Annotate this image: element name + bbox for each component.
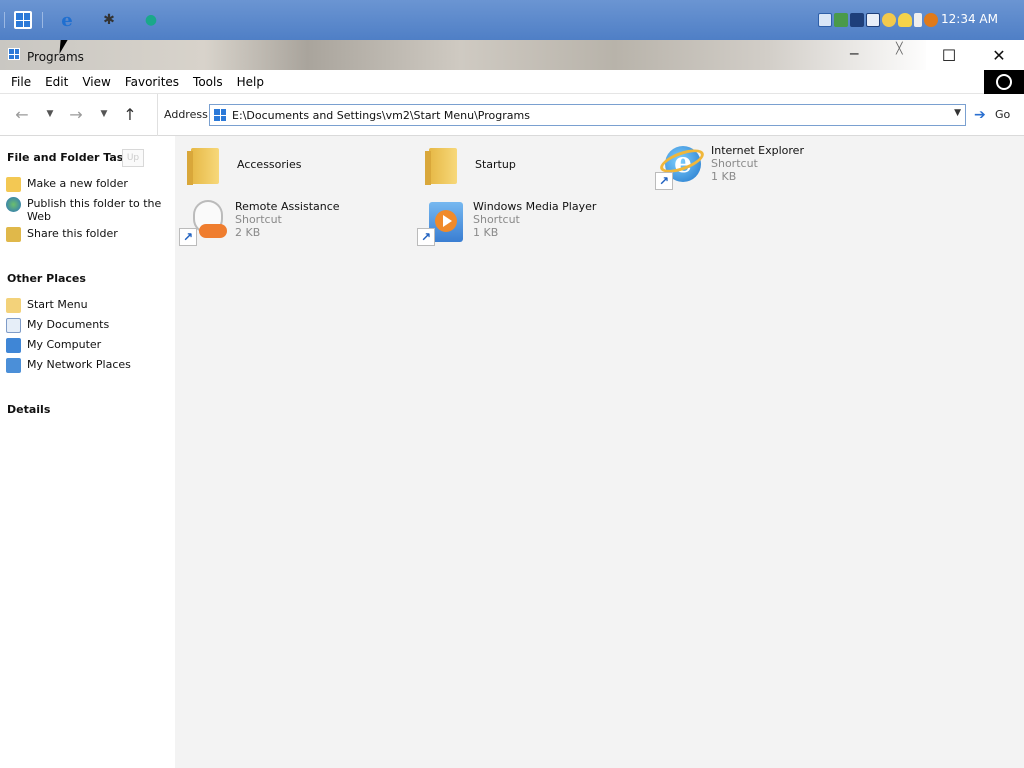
- forward-button[interactable]: →: [66, 104, 86, 124]
- place-label[interactable]: Start Menu: [27, 298, 88, 311]
- place-label[interactable]: My Network Places: [27, 358, 131, 371]
- close-icon: ╳: [896, 42, 903, 55]
- folder-icon: [6, 298, 21, 313]
- menu-view[interactable]: View: [75, 75, 117, 89]
- internet-explorer-icon[interactable]: e: [57, 10, 77, 31]
- windows-logo-icon: [984, 70, 1024, 94]
- documents-icon: [6, 318, 21, 333]
- minimize-icon: ▁: [850, 42, 859, 55]
- computer-icon: [6, 338, 21, 353]
- grid-icon[interactable]: [866, 13, 880, 27]
- other-places-title: Other Places: [7, 272, 86, 285]
- window-title: Programs: [27, 50, 84, 64]
- task-label[interactable]: Share this folder: [27, 227, 118, 240]
- menu-help[interactable]: Help: [230, 75, 271, 89]
- taskbar: e ✱ ● 12:34 AM: [0, 0, 1024, 40]
- place-label[interactable]: My Computer: [27, 338, 101, 351]
- menu-bar: File Edit View Favorites Tools Help: [0, 70, 1024, 94]
- place-network-places[interactable]: My Network Places: [6, 358, 171, 373]
- file-type: Shortcut: [473, 213, 520, 226]
- monitor-icon[interactable]: [850, 13, 864, 27]
- remote-assistance-icon: ↗: [179, 198, 227, 246]
- shortcut-arrow-icon: ↗: [417, 228, 435, 246]
- back-dropdown-icon[interactable]: ▼: [44, 104, 56, 124]
- details-title[interactable]: Details: [7, 403, 50, 416]
- place-label[interactable]: My Documents: [27, 318, 109, 331]
- new-folder-icon: [6, 177, 21, 192]
- file-size: 1 KB: [711, 170, 737, 183]
- maximize-button[interactable]: ☐: [926, 40, 972, 70]
- close-button[interactable]: ✕: [976, 40, 1022, 70]
- file-size: 2 KB: [235, 226, 261, 239]
- internet-explorer-icon: e ↗: [655, 142, 707, 190]
- mouse-cursor-icon: [59, 40, 75, 54]
- address-dropdown-icon[interactable]: ▼: [954, 108, 961, 118]
- up-button[interactable]: ↑: [120, 104, 140, 124]
- shortcut-arrow-icon: ↗: [179, 228, 197, 246]
- place-my-computer[interactable]: My Computer: [6, 338, 171, 353]
- file-item-accessories[interactable]: Accessories: [181, 142, 301, 190]
- file-tasks-title: File and Folder Tasks: [7, 151, 138, 164]
- place-start-menu[interactable]: Start Menu: [6, 298, 171, 313]
- file-name: Remote Assistance: [235, 200, 340, 213]
- toolbar-divider: [157, 94, 158, 136]
- address-value[interactable]: E:\Documents and Settings\vm2\Start Menu…: [232, 109, 530, 122]
- file-item-startup[interactable]: Startup: [419, 142, 516, 190]
- network-icon: [6, 358, 21, 373]
- file-item-remote-assistance[interactable]: ↗ Remote Assistance Shortcut 2 KB: [179, 198, 340, 246]
- file-type: Shortcut: [235, 213, 282, 226]
- taskbar-separator: [4, 12, 5, 28]
- task-publish-web[interactable]: Publish this folder to the Web: [6, 197, 171, 223]
- file-name: Windows Media Player: [473, 200, 597, 213]
- file-item-internet-explorer[interactable]: e ↗ Internet Explorer Shortcut 1 KB: [655, 142, 804, 190]
- file-name: Startup: [475, 158, 516, 171]
- folder-icon: [181, 142, 229, 190]
- menu-edit[interactable]: Edit: [38, 75, 75, 89]
- file-size: 1 KB: [473, 226, 499, 239]
- windows-folder-icon: [214, 109, 226, 121]
- bug-icon[interactable]: ✱: [99, 10, 119, 30]
- go-arrow-icon[interactable]: ➔: [974, 107, 986, 123]
- window-icon[interactable]: [8, 48, 20, 60]
- window-title-bar[interactable]: Programs ▁ ╳ ☐ ✕: [0, 40, 1024, 70]
- file-type: Shortcut: [711, 157, 758, 170]
- windows-start-icon[interactable]: [14, 11, 32, 29]
- media-icon[interactable]: ●: [141, 10, 161, 30]
- address-toolbar: ← ▼ → ▼ ↑ Address E:\Documents and Setti…: [0, 94, 1024, 136]
- back-button[interactable]: ←: [12, 104, 32, 124]
- task-label[interactable]: Publish this folder to the Web: [27, 197, 171, 223]
- usb-icon[interactable]: [914, 13, 922, 27]
- place-my-documents[interactable]: My Documents: [6, 318, 171, 333]
- task-label[interactable]: Make a new folder: [27, 177, 128, 190]
- folder-icon: [419, 142, 467, 190]
- file-name: Accessories: [237, 158, 302, 171]
- task-new-folder[interactable]: Make a new folder: [6, 177, 171, 192]
- address-input[interactable]: E:\Documents and Settings\vm2\Start Menu…: [209, 104, 966, 126]
- display-icon[interactable]: [818, 13, 832, 27]
- shortcut-arrow-icon: ↗: [655, 172, 673, 190]
- media-player-icon: ↗: [417, 198, 465, 246]
- file-name: Internet Explorer: [711, 144, 804, 157]
- pen-icon[interactable]: [834, 13, 848, 27]
- menu-favorites[interactable]: Favorites: [118, 75, 186, 89]
- forward-dropdown-icon[interactable]: ▼: [98, 104, 110, 124]
- clock[interactable]: 12:34 AM: [941, 12, 998, 26]
- share-icon: [6, 227, 21, 242]
- collapse-button[interactable]: Up: [122, 149, 144, 167]
- task-share-folder[interactable]: Share this folder: [6, 227, 171, 242]
- file-item-windows-media-player[interactable]: ↗ Windows Media Player Shortcut 1 KB: [417, 198, 596, 246]
- search-icon[interactable]: [924, 13, 938, 27]
- taskbar-separator: [42, 12, 43, 28]
- menu-tools[interactable]: Tools: [186, 75, 230, 89]
- globe-icon: [6, 197, 21, 212]
- shield-icon[interactable]: [898, 13, 912, 27]
- address-label: Address: [164, 108, 208, 121]
- go-button[interactable]: Go: [995, 108, 1010, 121]
- menu-file[interactable]: File: [4, 75, 38, 89]
- chat-icon[interactable]: [882, 13, 896, 27]
- system-tray: [818, 10, 938, 30]
